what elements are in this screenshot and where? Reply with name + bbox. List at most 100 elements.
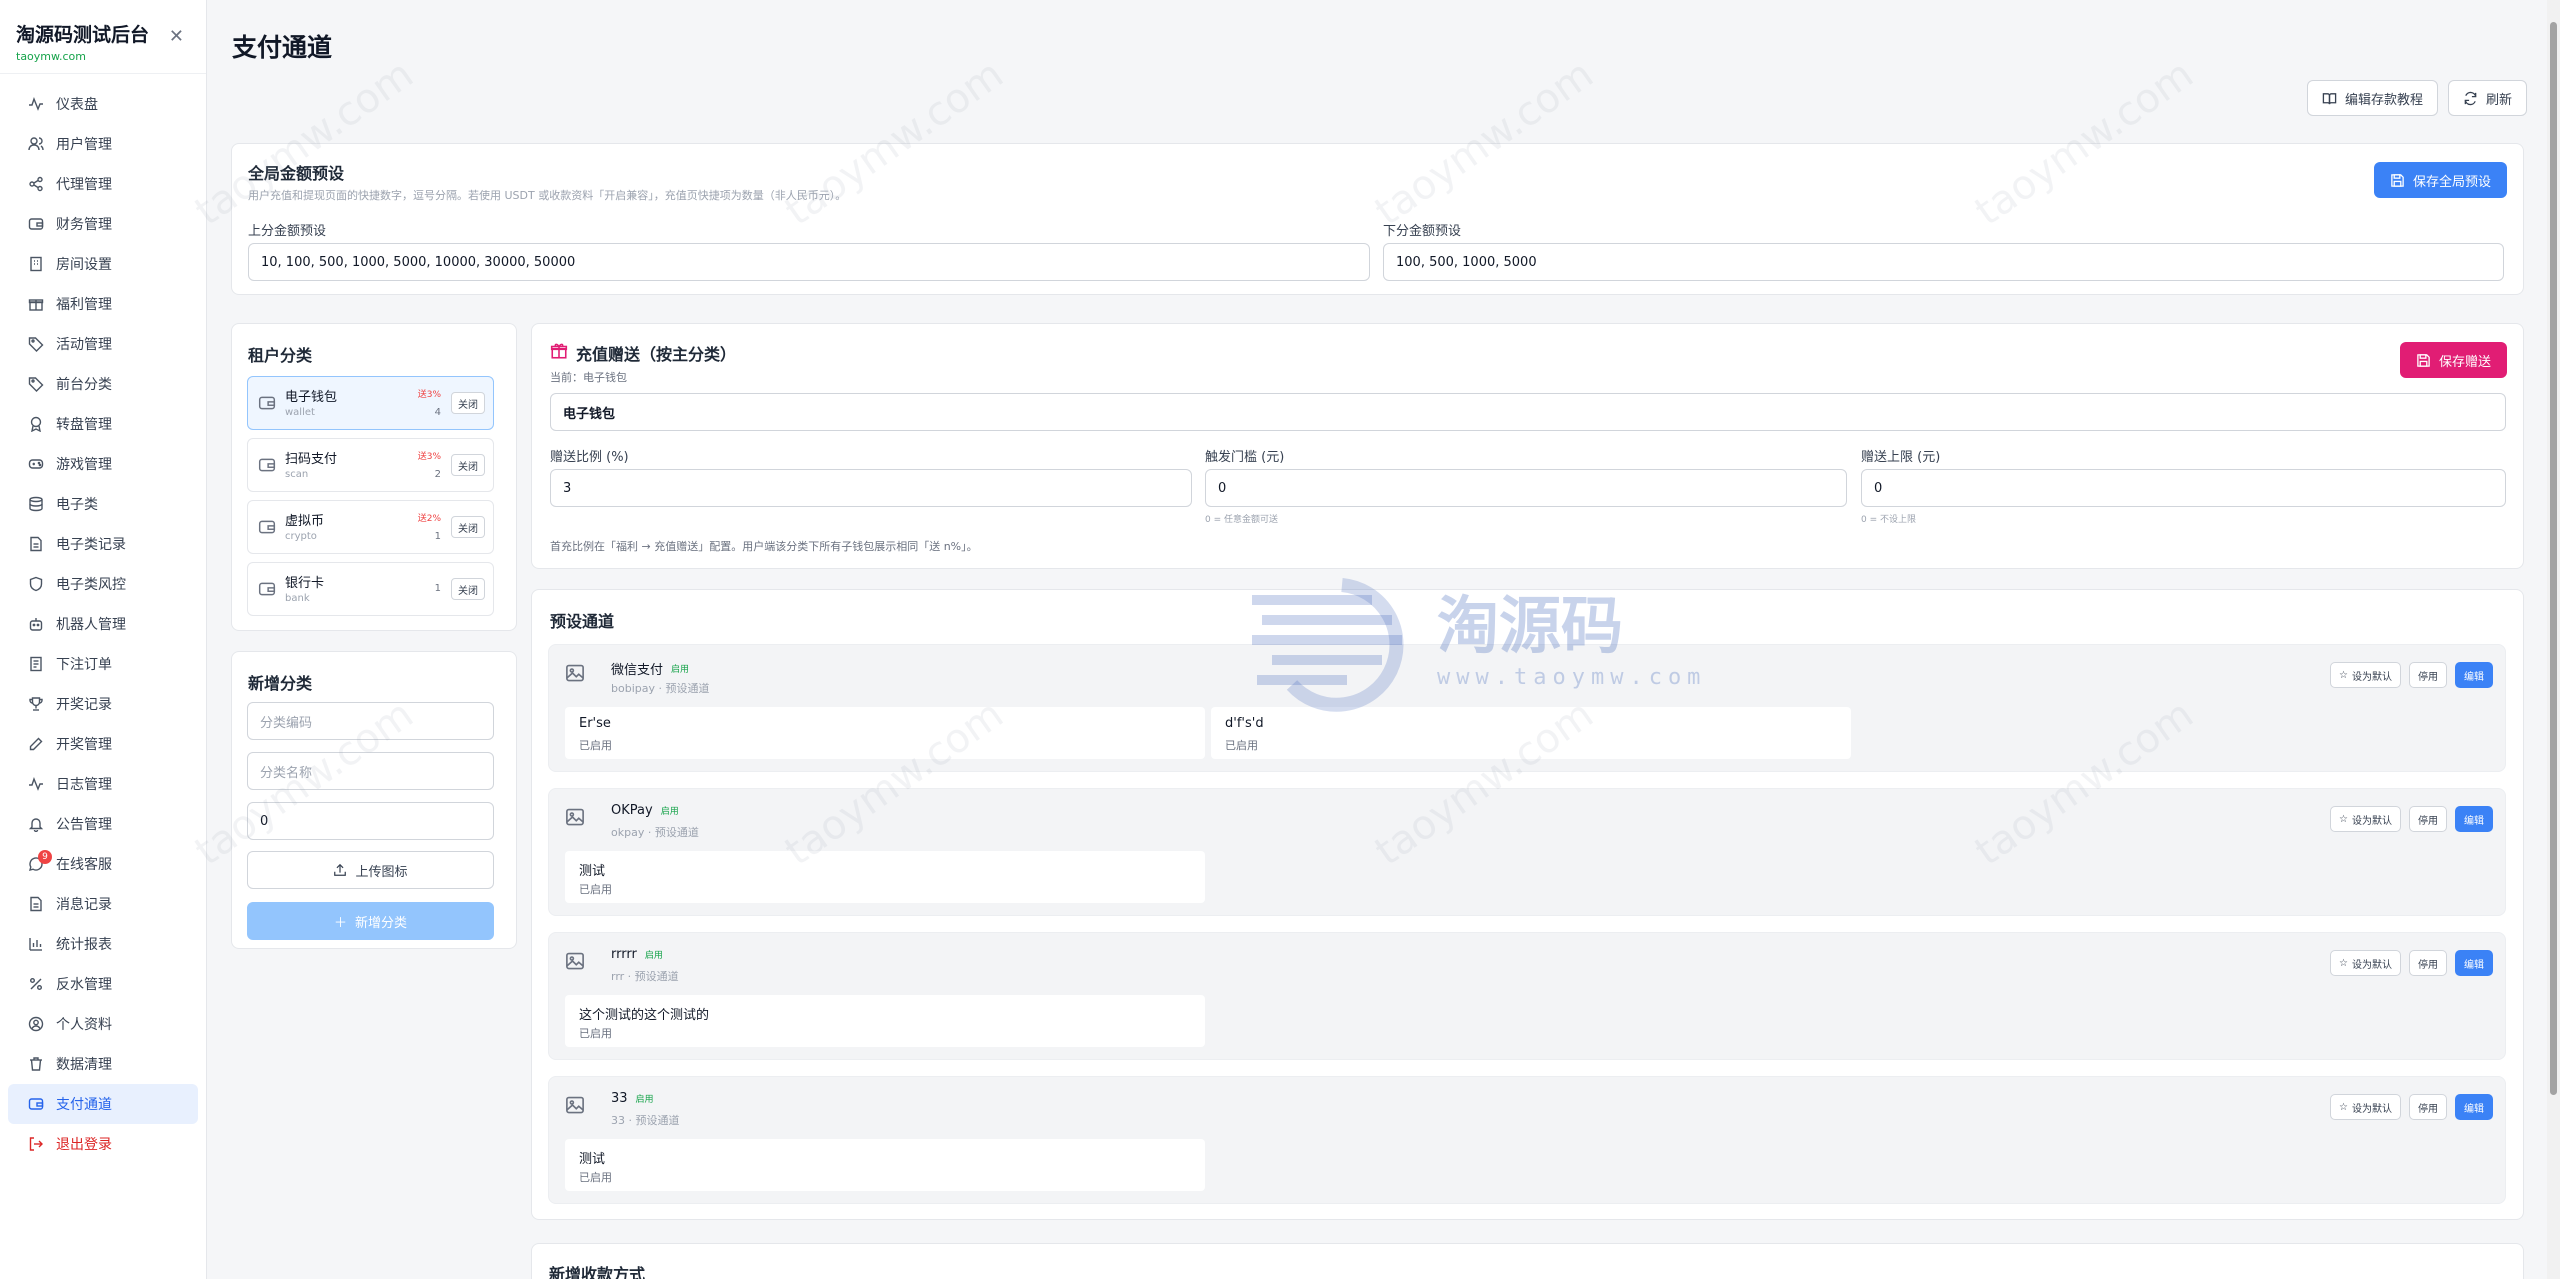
wallet-name: 这个测试的这个测试的 <box>579 1008 710 1023</box>
image-icon <box>566 808 584 826</box>
channel-status: 启用 <box>660 807 679 817</box>
channel-name: OKPay <box>611 803 653 818</box>
close-icon[interactable]: ✕ <box>169 26 184 47</box>
sidebar-item-profile[interactable]: 个人资料 <box>8 1004 198 1044</box>
sidebar-item-finance[interactable]: 财务管理 <box>8 204 198 244</box>
wallet-card[interactable]: Er'se 已启用 <box>565 707 1205 759</box>
edit-button[interactable]: 编辑 <box>2455 662 2493 688</box>
new-payment-title: 新增收款方式 <box>549 1265 646 1279</box>
sidebar-item-bet-orders[interactable]: 下注订单 <box>8 644 198 684</box>
sidebar-item-support[interactable]: 9 在线客服 <box>8 844 198 884</box>
disable-button[interactable]: 停用 <box>2409 950 2447 976</box>
image-icon <box>566 1096 584 1114</box>
sidebar-item-label: 转盘管理 <box>56 417 112 433</box>
gift-icon <box>28 296 44 312</box>
gift-threshold-input[interactable]: 0 <box>1205 469 1847 507</box>
category-item[interactable]: 扫码支付 scan 送3% 2 关闭 <box>247 438 494 492</box>
gamepad-icon <box>28 456 44 472</box>
wallet-card[interactable]: 这个测试的这个测试的 已启用 <box>565 995 1205 1047</box>
wallet-name: 测试 <box>579 864 606 879</box>
sidebar-item-messages[interactable]: 消息记录 <box>8 884 198 924</box>
upload-icon <box>334 863 347 876</box>
sidebar-item-activities[interactable]: 活动管理 <box>8 324 198 364</box>
star-icon: ☆ <box>2339 957 2348 969</box>
sidebar-item-label: 日志管理 <box>56 777 112 793</box>
sidebar-item-draw-records[interactable]: 开奖记录 <box>8 684 198 724</box>
category-close-button[interactable]: 关闭 <box>451 454 485 476</box>
add-category-button[interactable]: ＋ 新增分类 <box>247 902 494 940</box>
bell-icon <box>28 816 44 832</box>
save-gift-label: 保存赠送 <box>2438 354 2491 370</box>
sidebar-item-dashboard[interactable]: 仪表盘 <box>8 84 198 124</box>
sidebar-item-cleanup[interactable]: 数据清理 <box>8 1044 198 1084</box>
gift-threshold-label: 触发门槛 (元) <box>1205 450 1285 465</box>
category-sort-input[interactable]: 0 <box>247 802 494 840</box>
sidebar-item-label: 开奖记录 <box>56 697 112 713</box>
sidebar-item-payment-channels[interactable]: 支付通道 <box>8 1084 198 1124</box>
sidebar-item-label: 反水管理 <box>56 977 112 993</box>
sidebar-item-games[interactable]: 游戏管理 <box>8 444 198 484</box>
gift-category-select[interactable]: 电子钱包 <box>550 393 2506 431</box>
edit-button[interactable]: 编辑 <box>2455 950 2493 976</box>
sidebar-item-welfare[interactable]: 福利管理 <box>8 284 198 324</box>
set-default-button[interactable]: ☆ 设为默认 <box>2330 806 2401 832</box>
sidebar-item-rebate[interactable]: 反水管理 <box>8 964 198 1004</box>
image-icon <box>566 952 584 970</box>
sidebar-item-agents[interactable]: 代理管理 <box>8 164 198 204</box>
sidebar-item-draw-manage[interactable]: 开奖管理 <box>8 724 198 764</box>
sidebar-item-rooms[interactable]: 房间设置 <box>8 244 198 284</box>
sidebar-item-users[interactable]: 用户管理 <box>8 124 198 164</box>
refresh-button[interactable]: 刷新 <box>2447 80 2527 116</box>
edit-tutorial-button[interactable]: 编辑存款教程 <box>2306 80 2438 116</box>
sidebar-item-front-categories[interactable]: 前台分类 <box>8 364 198 404</box>
sidebar-item-logs[interactable]: 日志管理 <box>8 764 198 804</box>
deposit-presets-label: 上分金额预设 <box>248 224 327 239</box>
page-scrollbar[interactable] <box>2547 0 2560 1279</box>
edit-button[interactable]: 编辑 <box>2455 806 2493 832</box>
sidebar-item-wheel[interactable]: 转盘管理 <box>8 404 198 444</box>
sidebar-item-announcements[interactable]: 公告管理 <box>8 804 198 844</box>
category-close-button[interactable]: 关闭 <box>451 392 485 414</box>
set-default-label: 设为默认 <box>2352 1103 2392 1115</box>
disable-button[interactable]: 停用 <box>2409 1094 2447 1120</box>
disable-button[interactable]: 停用 <box>2409 662 2447 688</box>
category-item[interactable]: 虚拟币 crypto 送2% 1 关闭 <box>247 500 494 554</box>
set-default-button[interactable]: ☆ 设为默认 <box>2330 1094 2401 1120</box>
channel-name: 微信支付 <box>611 663 664 678</box>
sidebar-item-robots[interactable]: 机器人管理 <box>8 604 198 644</box>
category-close-button[interactable]: 关闭 <box>451 578 485 600</box>
sidebar-item-logout[interactable]: 退出登录 <box>8 1124 198 1164</box>
withdraw-presets-input[interactable]: 100, 500, 1000, 5000 <box>1383 243 2504 281</box>
gift-cap-input[interactable]: 0 <box>1861 469 2506 507</box>
category-item[interactable]: 电子钱包 wallet 送3% 4 关闭 <box>247 376 494 430</box>
sidebar-item-reports[interactable]: 统计报表 <box>8 924 198 964</box>
save-global-presets-button[interactable]: 保存全局预设 <box>2373 162 2507 198</box>
set-default-button[interactable]: ☆ 设为默认 <box>2330 950 2401 976</box>
gift-ratio-input[interactable]: 3 <box>550 469 1192 507</box>
channel-subtitle: okpay · 预设通道 <box>611 826 699 839</box>
save-global-presets-label: 保存全局预设 <box>2412 174 2491 190</box>
award-icon <box>28 416 44 432</box>
category-code-input[interactable]: 分类编码 <box>247 702 494 740</box>
category-name-input[interactable]: 分类名称 <box>247 752 494 790</box>
sidebar-item-electronic-risk[interactable]: 电子类风控 <box>8 564 198 604</box>
category-name: 电子钱包 <box>285 390 338 405</box>
deposit-presets-input[interactable]: 10, 100, 500, 1000, 5000, 10000, 30000, … <box>248 243 1370 281</box>
sidebar-item-electronic-records[interactable]: 电子类记录 <box>8 524 198 564</box>
sidebar-item-label: 电子类风控 <box>56 577 126 593</box>
save-gift-button[interactable]: 保存赠送 <box>2399 342 2507 378</box>
bar-chart-icon <box>28 936 44 952</box>
wallet-icon <box>258 396 276 410</box>
category-close-button[interactable]: 关闭 <box>451 516 485 538</box>
wallet-card[interactable]: 测试 已启用 <box>565 1139 1205 1191</box>
wallet-card[interactable]: d'f's'd 已启用 <box>1211 707 1851 759</box>
category-item[interactable]: 银行卡 bank 1 关闭 <box>247 562 494 616</box>
scrollbar-thumb[interactable] <box>2550 22 2557 1095</box>
edit-button[interactable]: 编辑 <box>2455 1094 2493 1120</box>
set-default-button[interactable]: ☆ 设为默认 <box>2330 662 2401 688</box>
disable-button[interactable]: 停用 <box>2409 806 2447 832</box>
set-default-label: 设为默认 <box>2352 959 2392 971</box>
wallet-card[interactable]: 测试 已启用 <box>565 851 1205 903</box>
sidebar-item-electronic[interactable]: 电子类 <box>8 484 198 524</box>
upload-icon-button[interactable]: 上传图标 <box>247 851 494 889</box>
